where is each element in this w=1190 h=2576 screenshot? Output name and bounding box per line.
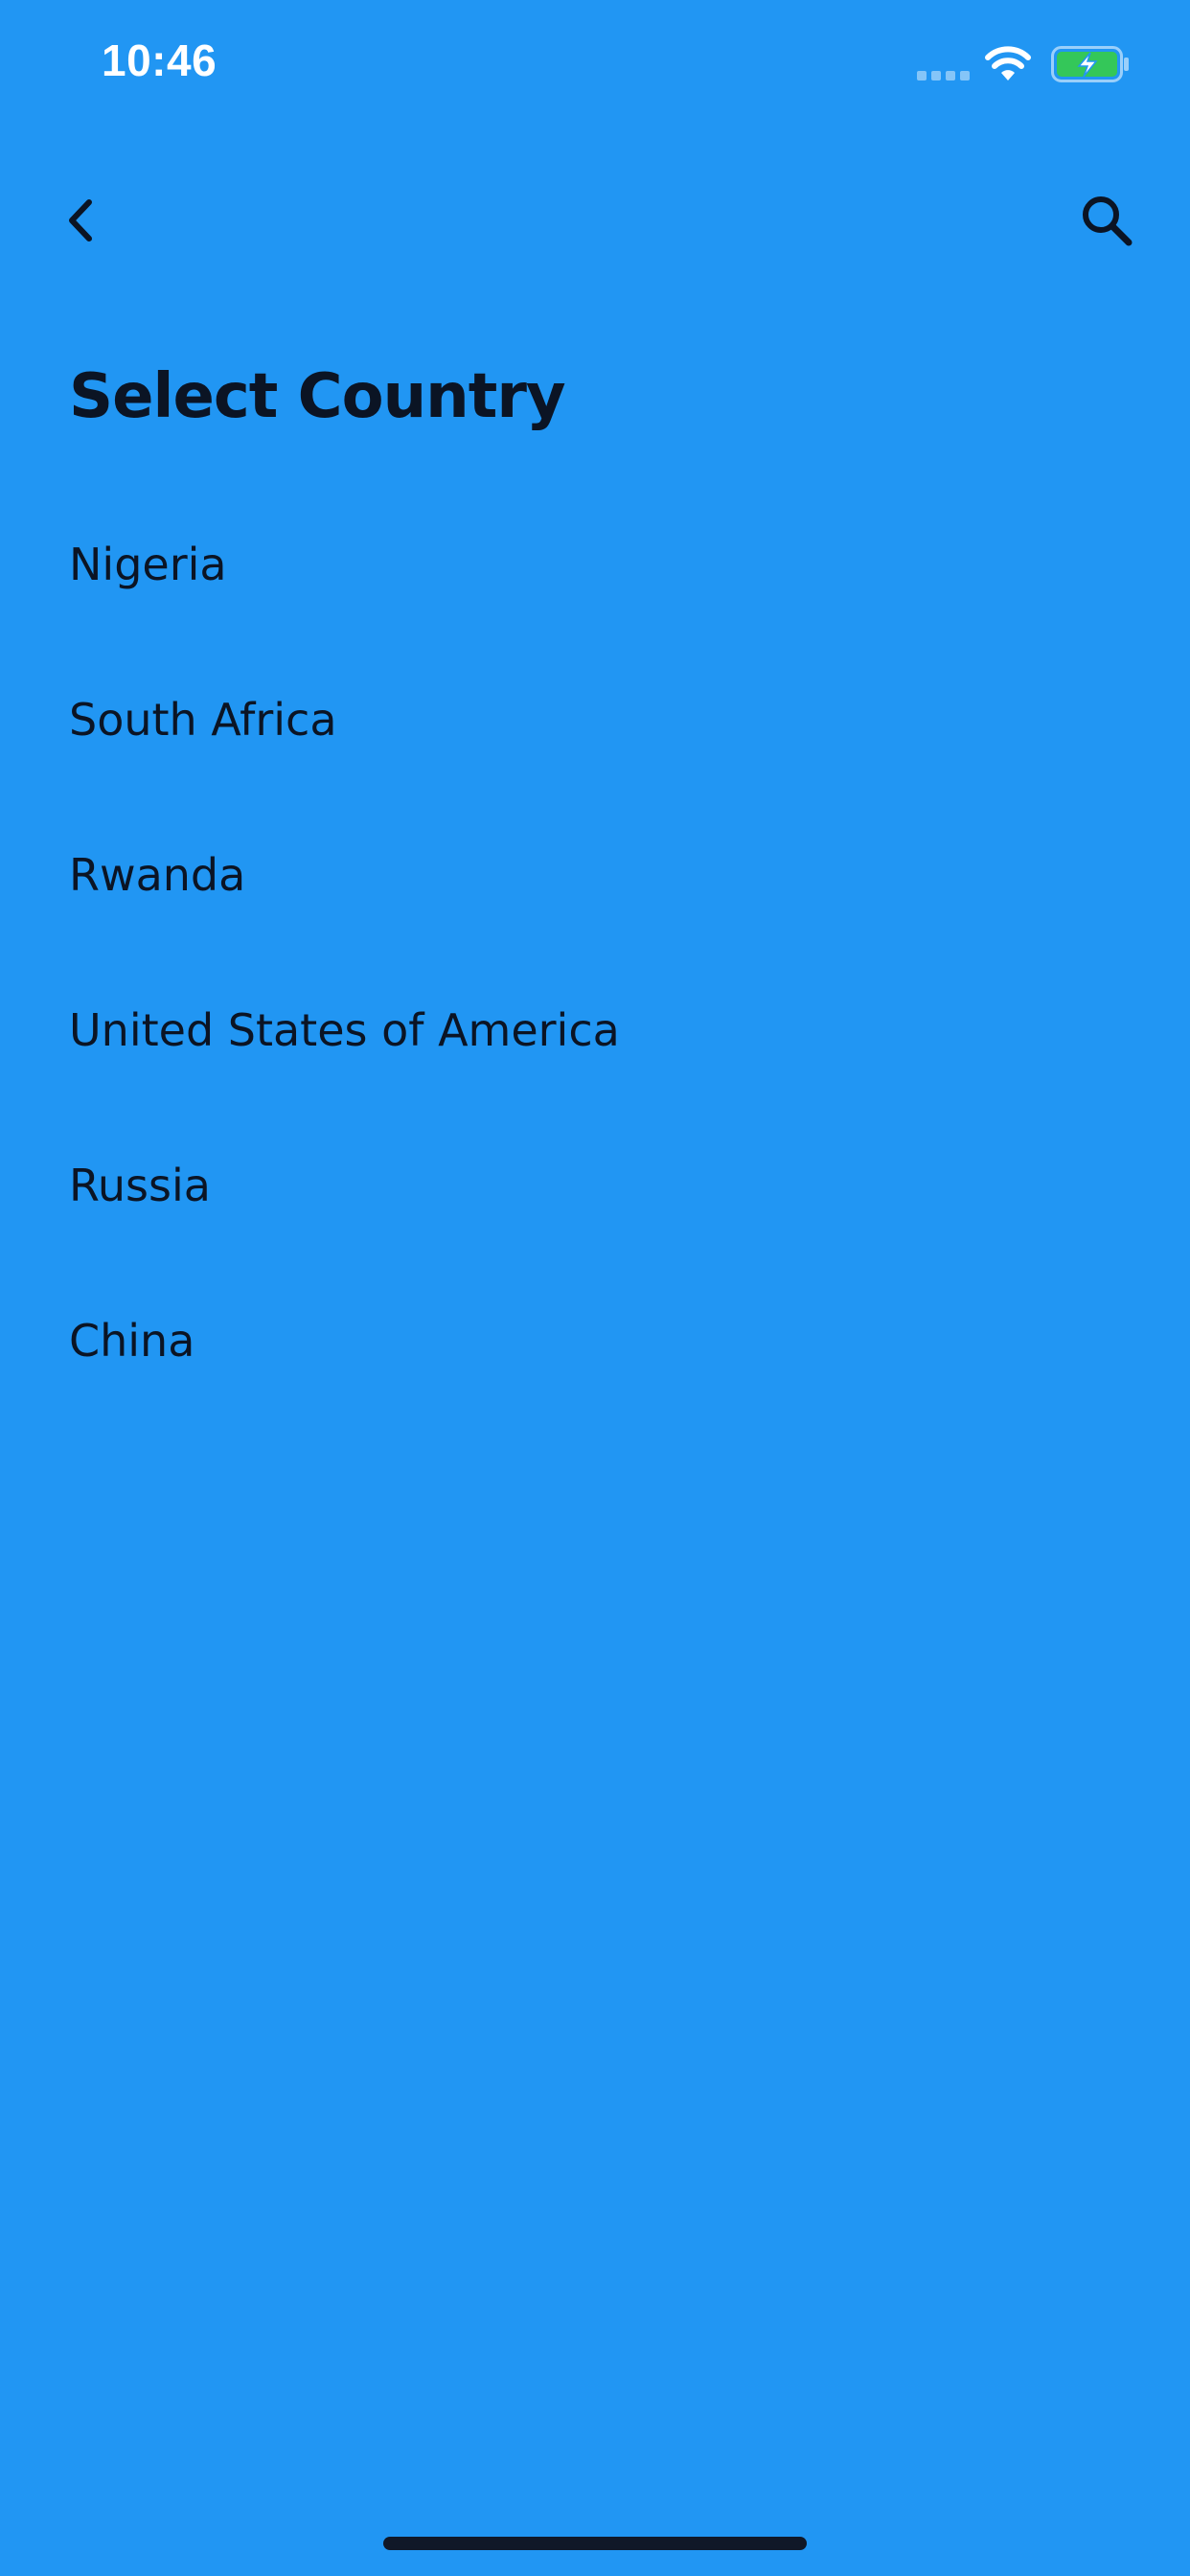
page-title: Select Country [69, 360, 566, 432]
country-list-item[interactable]: South Africa [0, 642, 1190, 797]
status-time: 10:46 [102, 35, 217, 85]
country-list: Nigeria South Africa Rwanda United State… [0, 487, 1190, 1418]
country-label: United States of America [69, 1004, 620, 1056]
country-list-item[interactable]: Nigeria [0, 487, 1190, 642]
country-label: Rwanda [69, 849, 246, 901]
status-bar: 10:46 [0, 0, 1190, 134]
country-label: Nigeria [69, 539, 227, 590]
chevron-left-icon [69, 199, 92, 242]
home-indicator[interactable] [383, 2537, 807, 2550]
battery-charging-icon [1051, 46, 1129, 82]
country-label: South Africa [69, 694, 337, 746]
app-bar [0, 163, 1190, 278]
wifi-icon [985, 46, 1031, 80]
country-label: China [69, 1315, 195, 1367]
country-list-item[interactable]: United States of America [0, 953, 1190, 1108]
country-label: Russia [69, 1160, 211, 1211]
cellular-signal-icon [917, 71, 970, 80]
search-button[interactable] [1073, 187, 1140, 254]
country-list-item[interactable]: Russia [0, 1108, 1190, 1263]
search-icon [1083, 196, 1133, 246]
country-list-item[interactable]: Rwanda [0, 797, 1190, 953]
country-list-item[interactable]: China [0, 1263, 1190, 1418]
back-button[interactable] [48, 187, 115, 254]
